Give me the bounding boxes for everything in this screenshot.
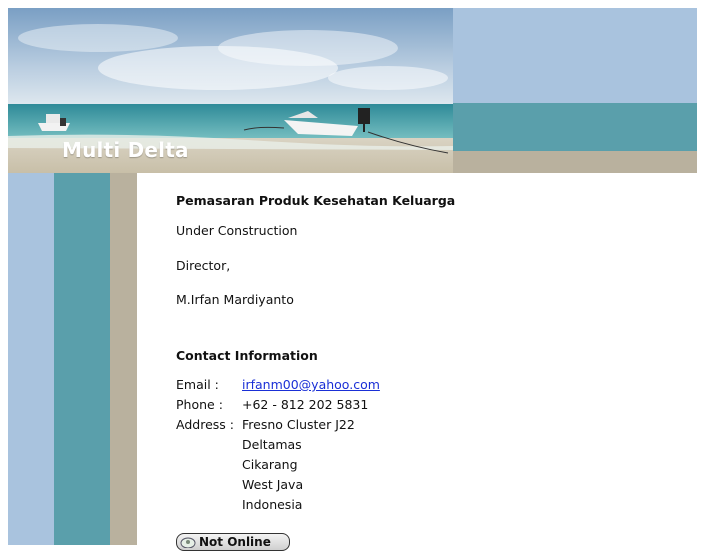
email-link[interactable]: irfanm00@yahoo.com — [242, 377, 380, 392]
brand-title: Multi Delta — [62, 138, 189, 162]
messenger-status-icon — [177, 534, 199, 550]
messenger-status-label: Not Online — [199, 535, 271, 549]
header-banner: Multi Delta — [8, 8, 697, 173]
banner-panel-blue — [453, 8, 697, 103]
stripe-tan — [110, 173, 137, 545]
email-label: Email : — [176, 377, 219, 392]
phone-label: Phone : — [176, 397, 223, 412]
stripe-teal — [54, 173, 110, 545]
address-line: Cikarang — [242, 457, 298, 472]
address-line: Deltamas — [242, 437, 302, 452]
phone-value: +62 - 812 202 5831 — [242, 397, 369, 412]
address-line: Indonesia — [242, 497, 303, 512]
contact-heading: Contact Information — [176, 348, 318, 363]
role-text: Director, — [176, 258, 231, 273]
address-line: Fresno Cluster J22 — [242, 417, 355, 432]
address-line: West Java — [242, 477, 304, 492]
banner-panel-teal — [453, 103, 697, 151]
stripe-blue — [8, 173, 54, 545]
banner-panel-tan — [453, 151, 697, 173]
messenger-status-button[interactable]: Not Online — [176, 533, 290, 551]
address-label: Address : — [176, 417, 234, 432]
status-text: Under Construction — [176, 223, 298, 238]
page-subtitle: Pemasaran Produk Kesehatan Keluarga — [176, 193, 456, 208]
person-name: M.Irfan Mardiyanto — [176, 292, 294, 307]
